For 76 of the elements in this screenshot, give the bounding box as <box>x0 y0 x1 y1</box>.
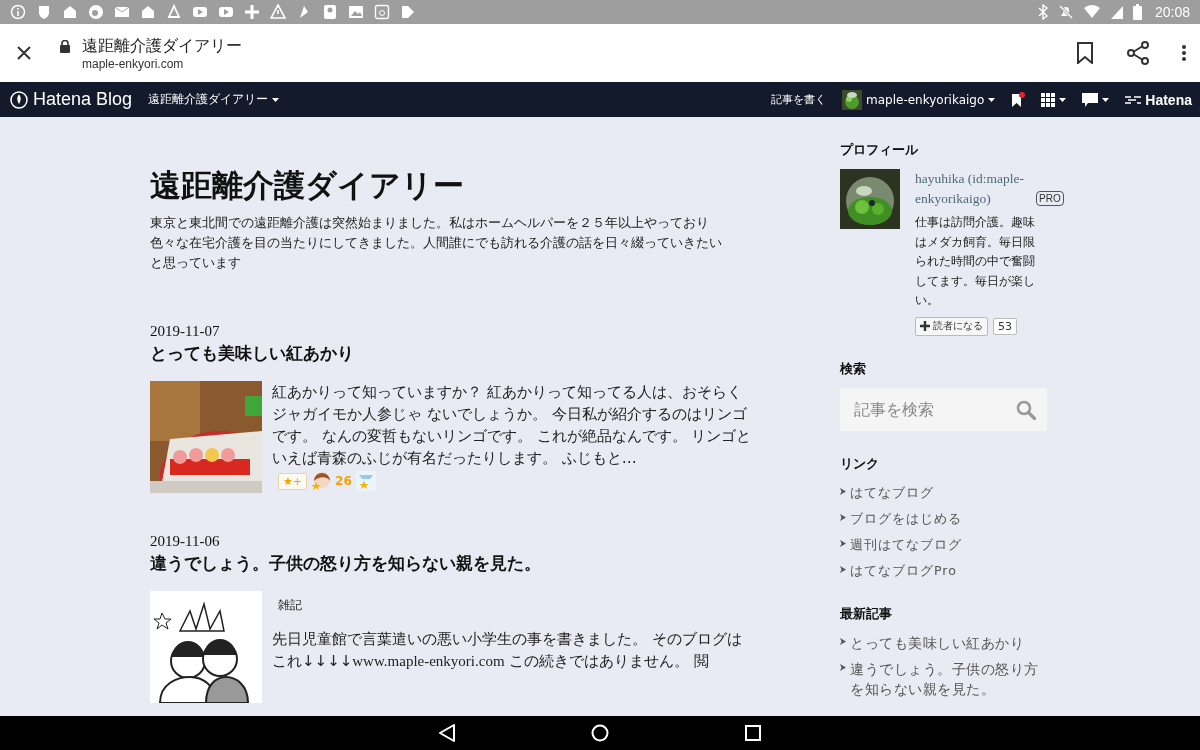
blog-logo[interactable]: Hatena Blog <box>10 89 133 110</box>
caret-icon <box>1102 97 1110 102</box>
pen-icon <box>10 90 28 109</box>
post-date: 2019-11-07 <box>150 323 221 340</box>
comment-icon <box>1082 92 1099 107</box>
circle-icon <box>88 4 104 20</box>
page-url: maple-enkyori.com <box>82 56 185 71</box>
video-icon <box>218 4 234 20</box>
pro-badge: PRO <box>1036 191 1064 206</box>
clock-time: 20:08 <box>1154 4 1190 20</box>
bullet-icon <box>840 565 846 573</box>
close-icon[interactable] <box>16 45 32 61</box>
bookmark-icon[interactable] <box>1011 91 1026 108</box>
user-avatar-icon[interactable] <box>311 471 332 491</box>
bluetooth-icon <box>1036 4 1049 20</box>
post-title[interactable]: 違うでしょう。子供の怒り方を知らない親を見た。 <box>150 552 760 575</box>
caret-icon <box>988 97 996 102</box>
lock-icon <box>60 39 70 53</box>
sidebar-link[interactable]: ブログをはじめる <box>850 508 1050 529</box>
shield-icon <box>36 4 52 20</box>
post-date: 2019-11-06 <box>150 533 221 550</box>
grid-icon <box>1041 92 1056 107</box>
blog-link[interactable]: www.maple-enkyori.com <box>352 653 505 669</box>
post-excerpt: 紅あかりって知っていますか？ 紅あかりって知ってる人は、おそらくジャガイモか人参じゃ ないでしょうか。 今日私が紹介するのはリンゴです。 なんの変哲もないリンゴです。 これが絶品なんです。 リンゴといえば青森のふじが有名だったりします。 ふじもと… <box>272 382 752 469</box>
search-field[interactable]: 記事を検索 <box>840 387 1047 431</box>
tag-icon <box>400 4 416 20</box>
mail-icon <box>114 4 130 20</box>
info-icon <box>10 4 26 20</box>
post-title[interactable]: とっても美味しい紅あかり <box>150 342 760 365</box>
profile-bio: 仕事は訪問介護。趣味はメダカ飼育。毎日限られた時間の中で奮闘してます。毎日が楽しい。 <box>915 214 1036 309</box>
apps-menu[interactable] <box>1041 92 1067 107</box>
post-excerpt: 先日児童館で言葉遣いの悪い小学生の事を書きました。 そのブログはこれ↓↓↓↓www.maple-enkyori.com この続きではありません。 閲 <box>272 629 743 672</box>
share-icon[interactable] <box>1126 41 1150 65</box>
wifi-icon <box>1082 4 1101 20</box>
blog-menu[interactable]: 遠距離介護ダイアリー <box>148 91 280 108</box>
sidebar-link[interactable]: 違うでしょう。子供の怒り方を知らない親を見た。 <box>850 658 1040 699</box>
bookmark-icon[interactable] <box>1076 42 1094 64</box>
blog-title[interactable]: 遠距離介護ダイアリー <box>150 165 760 207</box>
bullet-icon <box>840 637 846 645</box>
bullet-icon <box>840 513 846 521</box>
image-icon <box>348 4 364 20</box>
plus-icon <box>920 321 930 331</box>
bullet-icon <box>840 663 846 671</box>
user-menu[interactable]: maple-enkyorikaigo <box>842 89 996 110</box>
video-icon <box>192 4 208 20</box>
search-icon[interactable] <box>1016 399 1036 420</box>
sidebar-link[interactable]: はてなブログ <box>850 482 1050 503</box>
bullet-icon <box>840 487 846 495</box>
home-icon[interactable] <box>591 724 609 742</box>
sidebar-link[interactable]: とっても美味しい紅あかり <box>850 632 1040 653</box>
caret-icon <box>272 97 280 102</box>
write-post-link[interactable]: 記事を書く <box>771 92 826 107</box>
app-icon <box>374 4 390 20</box>
recents-icon[interactable] <box>745 725 761 741</box>
back-icon[interactable] <box>439 724 455 742</box>
hatena-link[interactable]: Hatena <box>1125 91 1192 108</box>
comments-menu[interactable] <box>1082 92 1110 107</box>
subscriber-count: 53 <box>993 317 1017 335</box>
subscribe-button[interactable]: 読者になる <box>915 316 988 336</box>
page-title: 遠距離介護ダイアリー <box>82 35 242 57</box>
category-label[interactable]: 雑記 <box>278 597 302 614</box>
signal-icon <box>1109 4 1124 20</box>
caret-icon <box>1059 97 1067 102</box>
section-heading: プロフィール <box>840 141 919 159</box>
sidebar-link[interactable]: はてなブログPro <box>850 560 1050 581</box>
warning-icon <box>270 4 286 20</box>
blog-description: 東京と東北間での遠距離介護は突然始まりました。私はホームヘルパーを２５年以上やっており色々な在宅介護を目の当たりにしてきました。人間誰にでも訪れる介護の話を日々綴っていきたいと思っています <box>150 214 723 272</box>
sidebar-link[interactable]: 週刊はてなブログ <box>850 534 1050 555</box>
section-heading: 検索 <box>840 359 867 378</box>
bullet-icon <box>840 539 846 547</box>
more-icon[interactable] <box>1182 45 1186 61</box>
battery-icon <box>1132 4 1142 20</box>
bell-off-icon <box>1057 4 1074 20</box>
section-heading: リンク <box>840 454 880 473</box>
profile-name-link[interactable]: hayuhika (id:maple-enkyorikaigo) <box>915 169 1033 209</box>
section-heading: 最新記事 <box>840 604 893 623</box>
